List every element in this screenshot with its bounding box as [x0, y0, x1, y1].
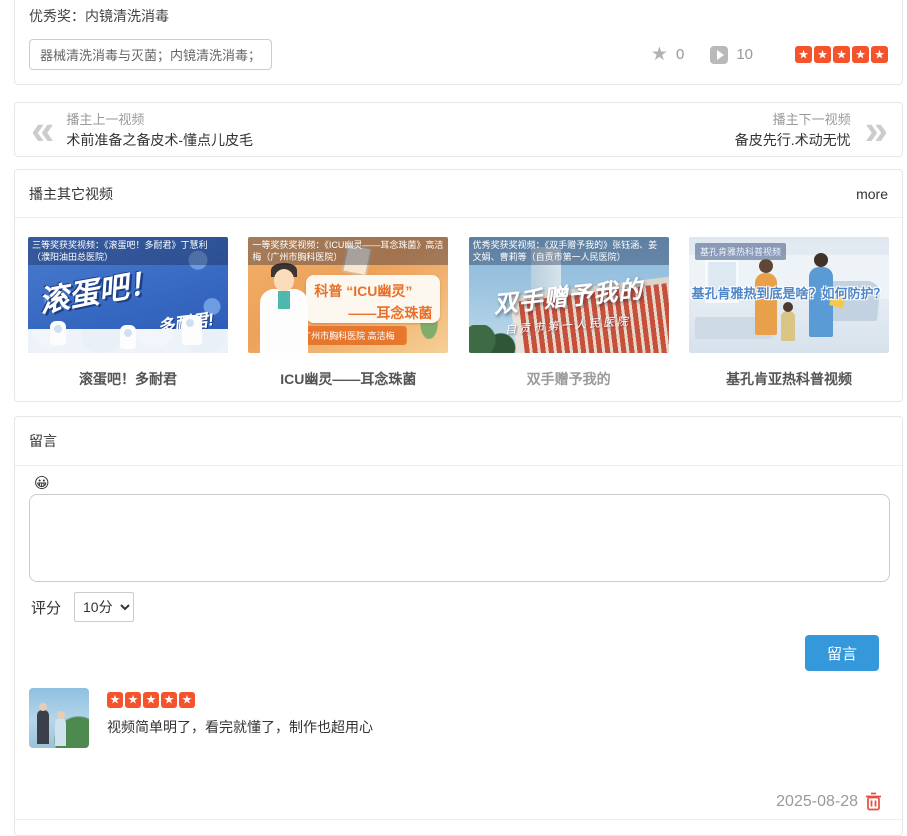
thumbnail-art-subtext: ——耳念珠菌 [314, 303, 432, 323]
avatar-figure [55, 718, 66, 746]
thumbnail-overlay-text: 一等奖获奖视频：《ICU幽灵——耳念珠菌》高洁梅（广州市胸科医院） [248, 237, 448, 265]
video-title[interactable]: 基孔肯亚热科普视频 [689, 369, 889, 389]
comment-text: 视频简单明了，看完就懂了，制作也超用心 [107, 717, 373, 737]
play-count-icon [710, 46, 728, 64]
video-card-chikungunya[interactable]: 基孔肯雅热科普视频 基孔肯雅热到底是啥？如何防护？ 基孔肯亚热科普视频 [689, 237, 889, 389]
rating-star-icon [833, 46, 850, 63]
thumbnail-overlay-text: 三等奖获奖视频：《滚蛋吧！多耐君》丁慧利（濮阳油田总医院） [28, 237, 228, 265]
video-thumbnail[interactable]: 优秀奖获奖视频：《双手赠予我的》张钰涵、姜文娟、曹莉等（自贡市第一人民医院） 双… [469, 237, 669, 353]
video-title[interactable]: 双手赠予我的 [469, 369, 669, 389]
favorite-count: 0 [676, 46, 684, 63]
video-card-icu[interactable]: 一等奖获奖视频：《ICU幽灵——耳念珠菌》高洁梅（广州市胸科医院） 科普 “IC… [248, 237, 448, 389]
favorite-star-icon[interactable]: ★ [651, 45, 668, 64]
doctor-art [274, 269, 294, 291]
avatar [29, 688, 89, 748]
prev-video-label: 播主上一视频 [66, 109, 253, 128]
video-card-duonai[interactable]: 三等奖获奖视频：《滚蛋吧！多耐君》丁慧利（濮阳油田总医院） 滚蛋吧！ 多耐君! … [28, 237, 228, 389]
video-thumbnail[interactable]: 三等奖获奖视频：《滚蛋吧！多耐君》丁慧利（濮阳油田总医院） 滚蛋吧！ 多耐君! [28, 237, 228, 353]
other-videos-title: 播主其它视频 [29, 184, 113, 204]
figure-art [182, 315, 202, 345]
video-nav-card: « 播主上一视频 术前准备之备皮术-懂点儿皮毛 播主下一视频 备皮先行.术动无忧… [14, 102, 903, 157]
thumbnail-text-panel: 科普 “ICU幽灵” ——耳念珠菌 [306, 275, 440, 323]
figure-art [781, 311, 795, 341]
rating-star-icon [814, 46, 831, 63]
video-title[interactable]: ICU幽灵——耳念珠菌 [248, 369, 448, 389]
video-title[interactable]: 滚蛋吧！多耐君 [28, 369, 228, 389]
comments-card: 留言 😀 评分 10分 留言 视频简单明了，看完就懂了，制作也超用心 2025-… [14, 416, 903, 836]
figure-art [50, 321, 66, 345]
comments-title: 留言 [15, 417, 902, 466]
figure-art [120, 325, 136, 349]
rating-label: 评分 [31, 597, 61, 618]
video-thumbnail[interactable]: 一等奖获奖视频：《ICU幽灵——耳念珠菌》高洁梅（广州市胸科医院） 科普 “IC… [248, 237, 448, 353]
video-tags[interactable]: 器械清洗消毒与灭菌；内镜清洗消毒； [29, 39, 272, 70]
divider [15, 819, 902, 820]
prev-video-link[interactable]: « 播主上一视频 术前准备之备皮术-懂点儿皮毛 [31, 109, 253, 150]
rating-star-icon [125, 692, 141, 708]
thumbnail-badge: 基孔肯雅热科普视频 [695, 243, 786, 260]
thumbnail-art-text: 滚蛋吧！ [35, 257, 161, 321]
video-card-hands[interactable]: 优秀奖获奖视频：《双手赠予我的》张钰涵、姜文娟、曹莉等（自贡市第一人民医院） 双… [469, 237, 669, 389]
more-link[interactable]: more [856, 186, 888, 202]
video-stats: ★ 0 10 [651, 45, 888, 64]
next-video-label: 播主下一视频 [735, 109, 851, 128]
rating-star-icon [795, 46, 812, 63]
prev-chevron-icon: « [31, 110, 52, 150]
emoji-picker-icon[interactable]: 😀 [34, 476, 50, 491]
rating-star-icon [179, 692, 195, 708]
play-count: 10 [736, 46, 753, 63]
prev-video-title: 术前准备之备皮术-懂点儿皮毛 [66, 130, 253, 150]
rating-star-icon [161, 692, 177, 708]
comment-row: 视频简单明了，看完就懂了，制作也超用心 [29, 688, 888, 748]
rating-stars [795, 46, 888, 63]
comment-rating-stars [107, 692, 373, 708]
rating-star-icon [871, 46, 888, 63]
video-thumbnail[interactable]: 基孔肯雅热科普视频 基孔肯雅热到底是啥？如何防护？ [689, 237, 889, 353]
next-video-title: 备皮先行.术动无忧 [735, 130, 851, 150]
next-video-link[interactable]: 播主下一视频 备皮先行.术动无忧 » [735, 109, 886, 150]
other-videos-card: 播主其它视频 more 三等奖获奖视频：《滚蛋吧！多耐君》丁慧利（濮阳油田总医院… [14, 169, 903, 402]
rating-star-icon [107, 692, 123, 708]
thumbnail-art-text: 科普 “ICU幽灵” [314, 281, 432, 301]
doctor-art [278, 291, 290, 309]
avatar-figure [37, 710, 49, 744]
award-title: 优秀奖：内镜清洗消毒 [29, 6, 888, 26]
thumbnail-art-text: 基孔肯雅热到底是啥？如何防护？ [689, 283, 889, 302]
rating-star-icon [143, 692, 159, 708]
rating-star-icon [852, 46, 869, 63]
rating-select[interactable]: 10分 [74, 592, 134, 622]
thumbnail-overlay-text: 优秀奖获奖视频：《双手赠予我的》张钰涵、姜文娟、曹莉等（自贡市第一人民医院） [469, 237, 669, 265]
comment-input[interactable] [29, 494, 890, 582]
next-chevron-icon: » [865, 110, 886, 150]
submit-comment-button[interactable]: 留言 [805, 635, 879, 671]
video-info-card: 优秀奖：内镜清洗消毒 器械清洗消毒与灭菌；内镜清洗消毒； ★ 0 10 [14, 0, 903, 85]
